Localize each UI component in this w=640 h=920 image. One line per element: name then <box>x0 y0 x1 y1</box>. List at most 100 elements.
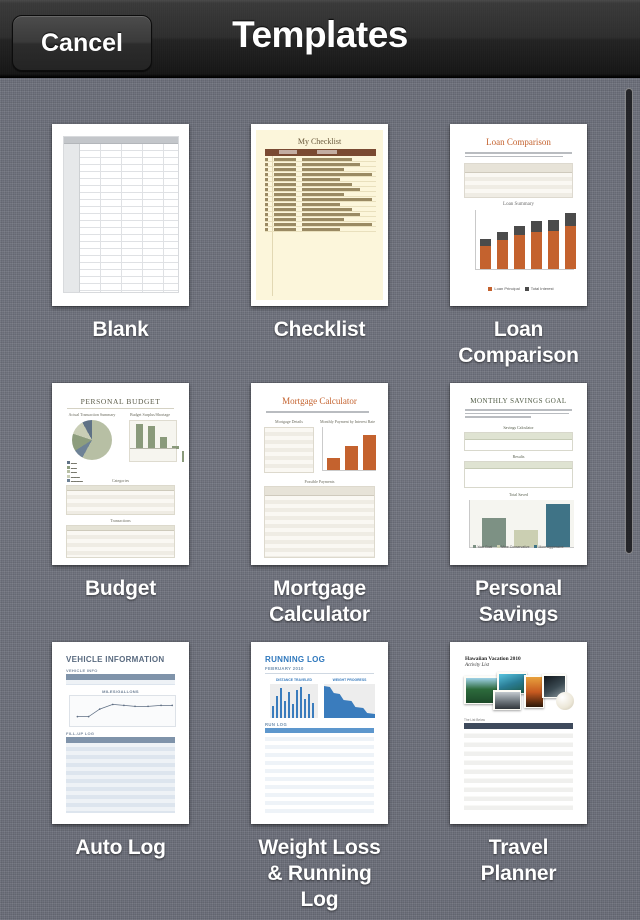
mortgage-details-label: Mortgage Details <box>275 419 303 424</box>
running-doc-title: RUNNING LOG <box>265 655 326 664</box>
template-label: Budget <box>84 577 157 600</box>
template-card-checklist[interactable]: My Checklist Checklist <box>251 124 388 369</box>
savings-doc-title: MONTHLY SAVINGS GOAL <box>470 397 567 405</box>
template-card-budget[interactable]: PERSONAL BUDGET Actual Transaction Summa… <box>52 383 189 628</box>
spreadsheet-grid-art <box>63 136 179 293</box>
template-grid[interactable]: Blank My Checklist Checklist Loan Compar… <box>0 78 640 920</box>
travel-photo-collage <box>464 672 574 716</box>
template-label: Weight Loss & Running Log <box>258 836 381 911</box>
autolog-section-2-label: FILL-UP LOG <box>66 731 95 736</box>
photo-sunset <box>524 675 544 708</box>
template-thumbnail[interactable]: Loan Comparison Loan Summary Loan Princi… <box>450 124 587 306</box>
template-label: Loan Comparison <box>458 318 579 367</box>
page-title: Templates <box>232 14 408 55</box>
checklist-table-header <box>265 149 376 156</box>
savings-chart-legend: Your Goal More Conservative More Aggress… <box>455 545 582 549</box>
template-thumbnail[interactable] <box>52 124 189 306</box>
budget-categories-table <box>66 485 175 515</box>
template-preview-loan: Loan Comparison Loan Summary Loan Princi… <box>455 130 582 300</box>
template-label: Travel Planner <box>480 836 557 885</box>
template-row: VEHICLE INFORMATION VEHICLE INFO MILES/G… <box>0 642 640 913</box>
mortgage-payments-table <box>264 486 375 558</box>
savings-bar-chart <box>469 500 574 548</box>
template-thumbnail[interactable]: Hawaiian Vacation 2010 Activity List The… <box>450 642 587 824</box>
travel-table-rows <box>464 729 573 812</box>
loan-chart-legend: Loan Principal Total Interest <box>455 286 582 291</box>
template-card-personal-savings[interactable]: MONTHLY SAVINGS GOAL Savings Calculator … <box>450 383 587 628</box>
checklist-rows <box>265 157 376 233</box>
vertical-scrollbar[interactable] <box>625 88 633 554</box>
running-log-rows <box>265 733 374 813</box>
photo-rocks <box>493 690 521 710</box>
template-thumbnail[interactable]: RUNNING LOG FEBRUARY 2010 DISTANCE TRAVE… <box>251 642 388 824</box>
budget-bar-label: Budget Surplus/Shortage <box>129 412 171 417</box>
budget-transactions-table <box>66 525 175 558</box>
template-label: Blank <box>92 318 149 341</box>
navigation-bar: Cancel Templates <box>0 0 640 78</box>
template-thumbnail[interactable]: My Checklist <box>251 124 388 306</box>
mortgage-details-table <box>264 427 314 473</box>
budget-doc-title: PERSONAL BUDGET <box>80 397 161 406</box>
template-card-auto-log[interactable]: VEHICLE INFORMATION VEHICLE INFO MILES/G… <box>52 642 189 913</box>
mortgage-payments-label: Possible Payments <box>304 479 335 484</box>
template-card-mortgage-calculator[interactable]: Mortgage Calculator Mortgage Details Mon… <box>251 383 388 628</box>
savings-chart-label: Total Saved <box>509 492 528 497</box>
template-thumbnail[interactable]: MONTHLY SAVINGS GOAL Savings Calculator … <box>450 383 587 565</box>
template-card-travel-planner[interactable]: Hawaiian Vacation 2010 Activity List The… <box>450 642 587 913</box>
mortgage-bar-chart <box>322 427 376 471</box>
template-card-blank[interactable]: Blank <box>52 124 189 369</box>
running-weight-area <box>324 686 375 718</box>
grid-header-column <box>64 144 80 292</box>
savings-calculator-label: Savings Calculator <box>503 425 534 430</box>
grid-column-lines <box>80 144 178 292</box>
autolog-info-rows <box>66 680 175 685</box>
savings-results-label: Results <box>512 454 525 459</box>
template-preview-checklist: My Checklist <box>256 130 383 300</box>
template-thumbnail[interactable]: Mortgage Calculator Mortgage Details Mon… <box>251 383 388 565</box>
template-thumbnail[interactable]: PERSONAL BUDGET Actual Transaction Summa… <box>52 383 189 565</box>
budget-section-2-label: Transactions <box>110 518 131 523</box>
savings-description-lines <box>465 409 572 420</box>
template-label: Auto Log <box>75 836 166 859</box>
budget-section-1-label: Categories <box>111 478 130 483</box>
mortgage-description-lines <box>266 411 373 415</box>
template-card-loan-comparison[interactable]: Loan Comparison Loan Summary Loan Princi… <box>450 124 587 369</box>
template-preview-savings: MONTHLY SAVINGS GOAL Savings Calculator … <box>455 389 582 559</box>
savings-calculator-table <box>464 432 573 451</box>
template-preview-budget: PERSONAL BUDGET Actual Transaction Summa… <box>57 389 184 559</box>
templates-screen: Cancel Templates Blank My Checklist Chec… <box>0 0 640 920</box>
running-distance-chart <box>270 684 318 718</box>
running-doc-subtitle: FEBRUARY 2010 <box>265 666 304 671</box>
checklist-doc-title: My Checklist <box>297 137 342 146</box>
budget-pie-label: Actual Transaction Summary <box>68 412 116 417</box>
running-section-1-label: RUN LOG <box>265 722 288 727</box>
template-card-running-log[interactable]: RUNNING LOG FEBRUARY 2010 DISTANCE TRAVE… <box>251 642 388 913</box>
autolog-line-path <box>76 703 174 718</box>
template-preview-travel: Hawaiian Vacation 2010 Activity List The… <box>455 648 582 818</box>
mortgage-chart-label: Monthly Payment by Interest Rate <box>319 419 376 424</box>
travel-doc-subtitle: Activity List <box>465 663 490 668</box>
autolog-doc-title: VEHICLE INFORMATION <box>66 655 165 664</box>
running-chart-1-label: DISTANCE TRAVELED <box>275 678 313 682</box>
grid-header-row <box>64 137 178 144</box>
autolog-chart-label: MILES/GALLONS <box>102 689 139 694</box>
running-chart-2-label: WEIGHT PROGRESS <box>332 678 367 682</box>
template-label: Mortgage Calculator <box>269 577 370 626</box>
loan-table <box>464 163 573 198</box>
loan-chart-label: Loan Summary <box>503 202 534 207</box>
template-thumbnail[interactable]: VEHICLE INFORMATION VEHICLE INFO MILES/G… <box>52 642 189 824</box>
autolog-section-1-label: VEHICLE INFO <box>66 668 98 673</box>
travel-section-1-label: The List Below <box>464 718 485 722</box>
budget-bar-chart <box>129 420 184 462</box>
loan-description-lines <box>465 152 572 159</box>
photo-shell <box>556 692 574 710</box>
mortgage-doc-title: Mortgage Calculator <box>282 396 357 406</box>
template-preview-autolog: VEHICLE INFORMATION VEHICLE INFO MILES/G… <box>57 648 184 818</box>
template-preview-blank <box>57 130 184 300</box>
template-label: Checklist <box>273 318 366 341</box>
budget-pie-chart <box>72 420 112 460</box>
template-preview-mortgage: Mortgage Calculator Mortgage Details Mon… <box>256 389 383 559</box>
running-weight-chart <box>324 684 375 718</box>
loan-bar-chart <box>475 210 576 270</box>
template-preview-running: RUNNING LOG FEBRUARY 2010 DISTANCE TRAVE… <box>256 648 383 818</box>
